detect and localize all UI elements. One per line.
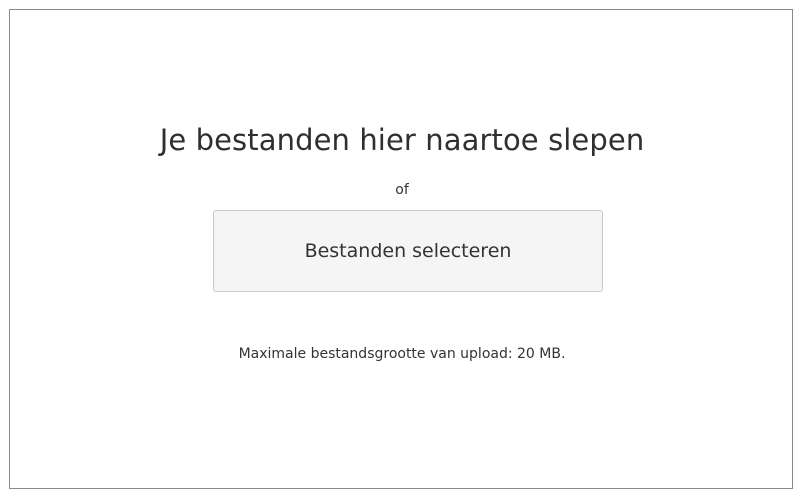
max-upload-size-text: Maximale bestandsgrootte van upload: 20 … — [238, 346, 566, 362]
or-separator-text: of — [395, 182, 409, 198]
drop-zone-title: Je bestanden hier naartoe slepen — [159, 123, 645, 157]
file-drop-zone[interactable]: Je bestanden hier naartoe slepen of Best… — [9, 9, 793, 489]
select-files-button[interactable]: Bestanden selecteren — [213, 210, 603, 292]
